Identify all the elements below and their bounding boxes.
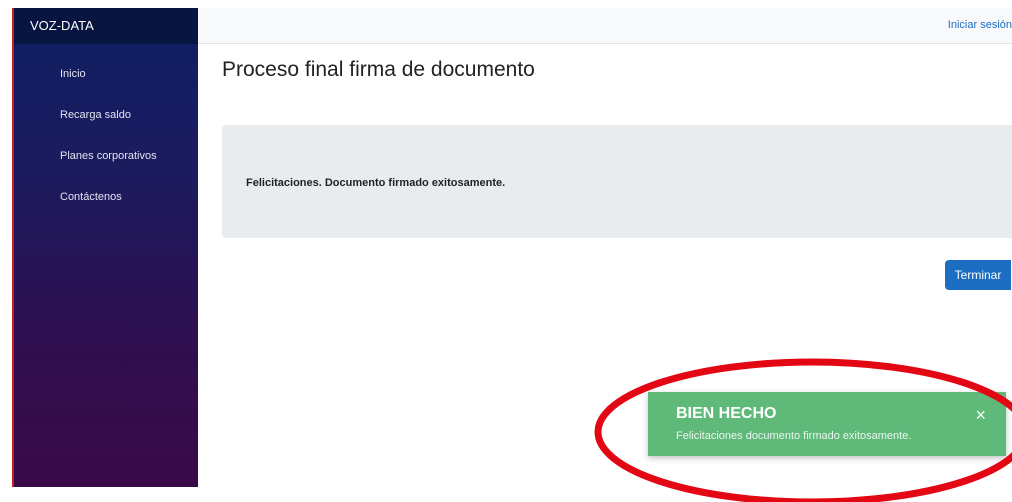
sidebar-item-inicio[interactable]: Inicio	[14, 54, 198, 95]
finish-button[interactable]: Terminar	[945, 260, 1011, 290]
sidebar: VOZ-DATA Inicio Recarga saldo Planes cor…	[12, 8, 198, 487]
login-link[interactable]: Iniciar sesión	[948, 19, 1012, 31]
sidebar-item-contactenos[interactable]: Contáctenos	[14, 177, 198, 218]
sidebar-nav: Inicio Recarga saldo Planes corporativos…	[14, 54, 198, 218]
success-message-panel: Felicitaciones. Documento firmado exitos…	[222, 125, 1012, 238]
close-icon[interactable]: ×	[975, 406, 986, 424]
brand-logo[interactable]: VOZ-DATA	[14, 8, 198, 44]
top-bar: Iniciar sesión	[198, 8, 1012, 44]
success-toast: BIEN HECHO Felicitaciones documento firm…	[648, 392, 1006, 456]
page-title: Proceso final firma de documento	[222, 58, 535, 81]
toast-title: BIEN HECHO	[676, 405, 777, 422]
page-left-margin	[0, 0, 12, 487]
sidebar-item-planes-corporativos[interactable]: Planes corporativos	[14, 136, 198, 177]
toast-message: Felicitaciones documento firmado exitosa…	[676, 430, 912, 442]
sidebar-item-recarga-saldo[interactable]: Recarga saldo	[14, 95, 198, 136]
success-message-text: Felicitaciones. Documento firmado exitos…	[246, 177, 506, 189]
